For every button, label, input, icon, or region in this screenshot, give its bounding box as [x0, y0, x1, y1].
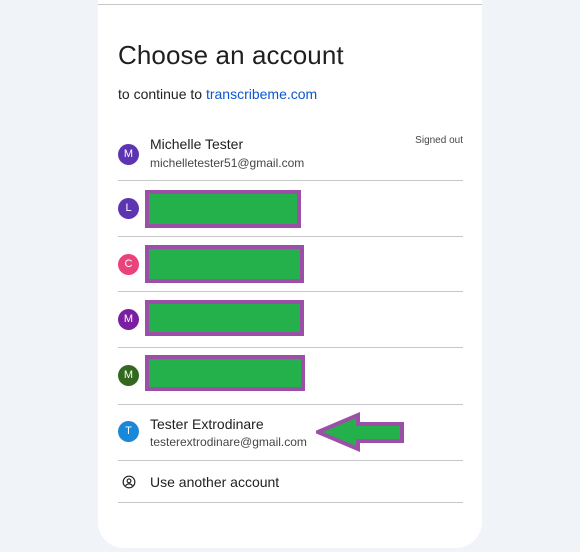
- use-another-account-label: Use another account: [150, 474, 280, 490]
- avatar: L: [118, 198, 139, 219]
- account-chooser-card: Choose an account to continue to transcr…: [98, 0, 482, 548]
- site-link[interactable]: transcribeme.com: [206, 86, 317, 102]
- account-row-redacted-1[interactable]: L: [118, 181, 463, 237]
- account-row-redacted-2[interactable]: C: [118, 237, 463, 292]
- avatar: T: [118, 421, 139, 442]
- account-circle-icon: [122, 475, 136, 489]
- redaction-box: [145, 190, 301, 228]
- redaction-box: [145, 355, 305, 391]
- account-row-redacted-4[interactable]: M: [118, 348, 463, 405]
- account-row-michelle-tester[interactable]: M Michelle Tester michelletester51@gmail…: [118, 123, 463, 181]
- avatar: M: [118, 365, 139, 386]
- use-another-account-button[interactable]: Use another account: [118, 461, 463, 503]
- subtitle: to continue to transcribeme.com: [118, 86, 317, 102]
- account-name: Tester Extrodinare: [150, 416, 264, 432]
- redaction-box: [145, 245, 304, 283]
- left-arrow-icon: [316, 412, 404, 452]
- avatar: C: [118, 254, 139, 275]
- subtitle-prefix: to continue to: [118, 86, 203, 102]
- avatar: M: [118, 309, 139, 330]
- top-divider: [98, 4, 482, 5]
- page-title: Choose an account: [118, 40, 344, 70]
- account-email: michelletester51@gmail.com: [150, 156, 305, 170]
- account-row-redacted-3[interactable]: M: [118, 292, 463, 348]
- account-name: Michelle Tester: [150, 136, 244, 152]
- account-list: M Michelle Tester michelletester51@gmail…: [118, 123, 463, 503]
- status-badge: Signed out: [415, 135, 463, 146]
- redaction-box: [145, 300, 304, 336]
- avatar: M: [118, 144, 139, 165]
- account-email: testerextrodinare@gmail.com: [150, 435, 307, 449]
- account-row-tester-extrodinare[interactable]: T Tester Extrodinare testerextrodinare@g…: [118, 405, 463, 461]
